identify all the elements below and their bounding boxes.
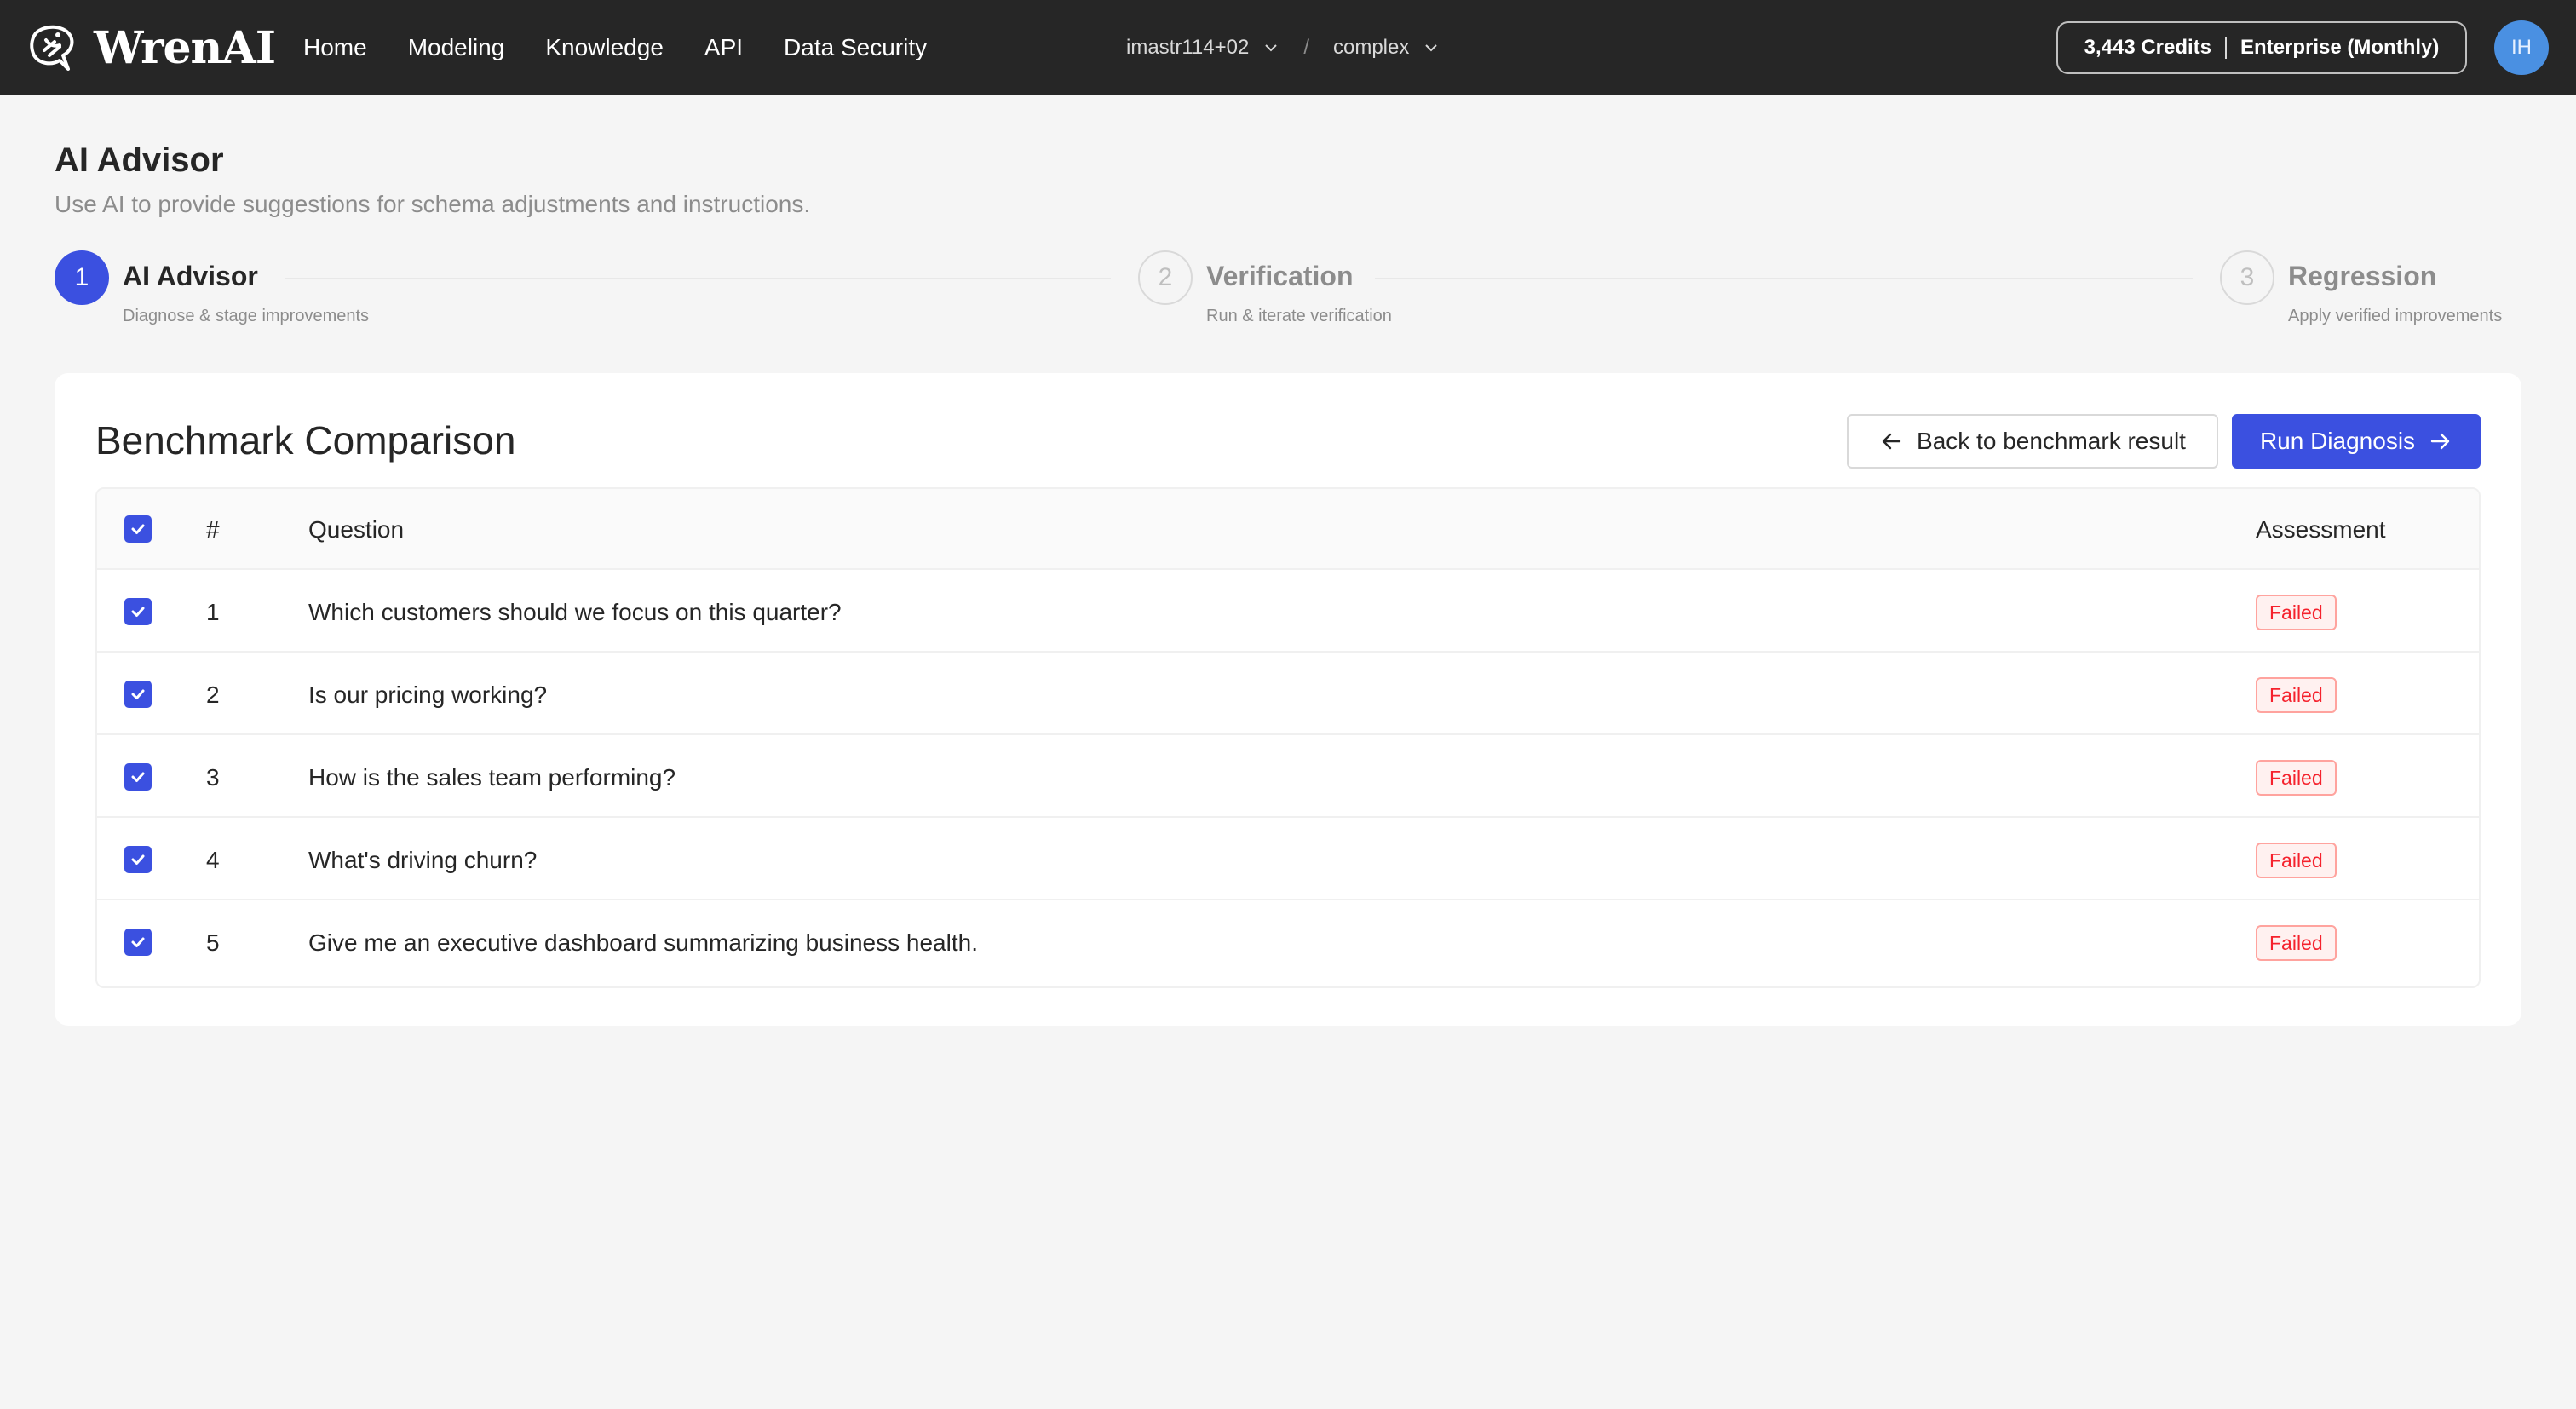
project-selector[interactable]: complex (1333, 36, 1440, 60)
step-subtitle: Run & iterate verification (1206, 307, 1392, 325)
row-question: Give me an executive dashboard summarizi… (308, 929, 978, 956)
table-row: 4 What's driving churn? Failed (97, 820, 2479, 900)
step-number: 3 (2220, 250, 2274, 305)
step-number: 1 (55, 250, 109, 305)
check-icon (131, 689, 145, 699)
arrow-left-icon (1882, 433, 1901, 450)
back-to-benchmark-button[interactable]: Back to benchmark result (1847, 414, 2218, 469)
table-header-row: # Question Assessment (97, 489, 2479, 570)
step-title: AI Advisor (123, 261, 258, 291)
run-button-label: Run Diagnosis (2259, 428, 2416, 454)
status-badge: Failed (2256, 843, 2337, 878)
project-name: complex (1332, 36, 1410, 59)
step-title: Regression (2288, 261, 2437, 291)
row-checkbox[interactable] (124, 598, 152, 625)
step-subtitle: Apply verified improvements (2288, 307, 2503, 325)
status-badge: Failed (2256, 760, 2337, 796)
credits-count: 3,443 Credits (2084, 36, 2212, 59)
brand-logo[interactable]: WrenAI (26, 17, 276, 78)
plan-name: Enterprise (Monthly) (2240, 36, 2440, 59)
step-title: Verification (1206, 261, 1354, 291)
nav-item-api[interactable]: API (704, 34, 743, 61)
table-row: 3 How is the sales team performing? Fail… (97, 737, 2479, 818)
nav-item-modeling[interactable]: Modeling (408, 34, 505, 61)
page-title: AI Advisor (55, 141, 224, 179)
check-icon (131, 607, 145, 617)
nav-item-data-security[interactable]: Data Security (784, 34, 927, 61)
project-selector-breadcrumb: imastr114+02 / complex (1126, 0, 1440, 95)
step-connector (1375, 278, 2193, 279)
brand-name: WrenAI (94, 21, 276, 74)
status-badge: Failed (2256, 925, 2337, 961)
row-number: 3 (206, 764, 220, 791)
step-number: 2 (1138, 250, 1193, 305)
column-header-question: Question (308, 516, 405, 543)
nav-item-knowledge[interactable]: Knowledge (545, 34, 664, 61)
top-navigation-bar: WrenAI Home Modeling Knowledge API Data … (0, 0, 2576, 95)
column-header-number: # (206, 516, 220, 543)
avatar[interactable]: IH (2494, 20, 2549, 75)
step-subtitle: Diagnose & stage improvements (123, 307, 370, 325)
row-question: What's driving churn? (308, 847, 538, 873)
table-row: 2 Is our pricing working? Failed (97, 654, 2479, 735)
status-badge: Failed (2256, 595, 2337, 630)
row-checkbox[interactable] (124, 681, 152, 708)
main-nav: Home Modeling Knowledge API Data Securit… (303, 0, 927, 95)
row-number: 4 (206, 847, 220, 873)
row-number: 2 (206, 681, 220, 708)
row-number: 5 (206, 929, 220, 956)
wren-bird-icon (30, 25, 74, 71)
row-question: How is the sales team performing? (308, 764, 676, 791)
check-icon (131, 524, 145, 534)
row-number: 1 (206, 599, 220, 625)
credits-plan-badge[interactable]: 3,443 Credits Enterprise (Monthly) (2056, 21, 2467, 74)
chevron-down-icon (1265, 44, 1278, 52)
divider (2225, 37, 2228, 59)
row-question: Is our pricing working? (308, 681, 548, 708)
workspace-selector[interactable]: imastr114+02 (1126, 36, 1279, 60)
check-icon (131, 937, 145, 947)
row-question: Which customers should we focus on this … (308, 599, 842, 625)
row-checkbox[interactable] (124, 929, 152, 956)
select-all-checkbox[interactable] (124, 515, 152, 543)
table-row: 5 Give me an executive dashboard summari… (97, 902, 2479, 983)
benchmark-comparison-card: Benchmark Comparison Back to benchmark r… (55, 373, 2521, 1026)
workspace-name: imastr114+02 (1126, 36, 1250, 59)
card-title: Benchmark Comparison (95, 418, 516, 463)
back-button-label: Back to benchmark result (1917, 428, 2186, 454)
check-icon (131, 854, 145, 865)
nav-item-home[interactable]: Home (303, 34, 367, 61)
status-badge: Failed (2256, 677, 2337, 713)
chevron-down-icon (1425, 44, 1438, 52)
step-connector (285, 278, 1111, 279)
column-header-assessment: Assessment (2256, 516, 2386, 543)
table-row: 1 Which customers should we focus on thi… (97, 572, 2479, 653)
breadcrumb-separator: / (1303, 36, 1309, 59)
run-diagnosis-button[interactable]: Run Diagnosis (2232, 414, 2481, 469)
row-checkbox[interactable] (124, 763, 152, 791)
check-icon (131, 772, 145, 782)
row-checkbox[interactable] (124, 846, 152, 873)
arrow-right-icon (2430, 433, 2450, 450)
benchmark-table: # Question Assessment 1 Which customers … (95, 487, 2481, 988)
page-description: Use AI to provide suggestions for schema… (55, 191, 811, 217)
